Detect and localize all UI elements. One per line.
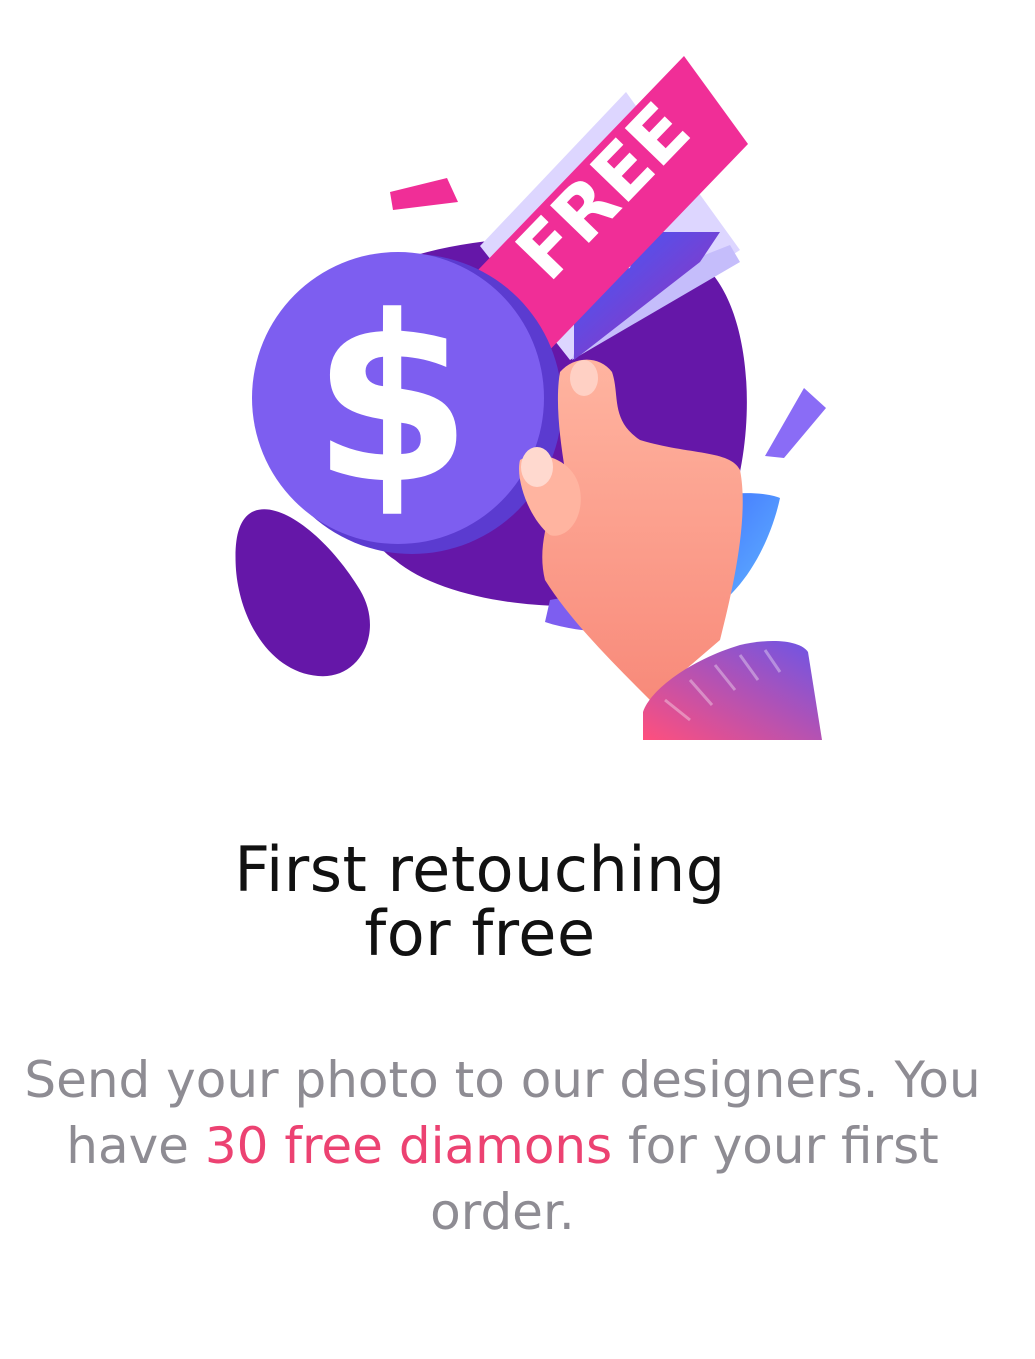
page-title: First retouching for free [0,838,960,966]
confetti-pink [390,178,458,210]
title-line-2: for free [364,897,596,970]
confetti-violet [765,388,826,458]
title-line-1: First retouching [234,833,726,906]
free-retouching-illustration: FREE $ [235,56,826,740]
description-text: Send your photo to our designers. You ha… [0,1047,1005,1245]
free-diamonds-highlight: 30 free diamons [204,1117,613,1175]
dollar-sign-icon: $ [312,268,472,535]
dollar-coin: $ [252,252,562,554]
